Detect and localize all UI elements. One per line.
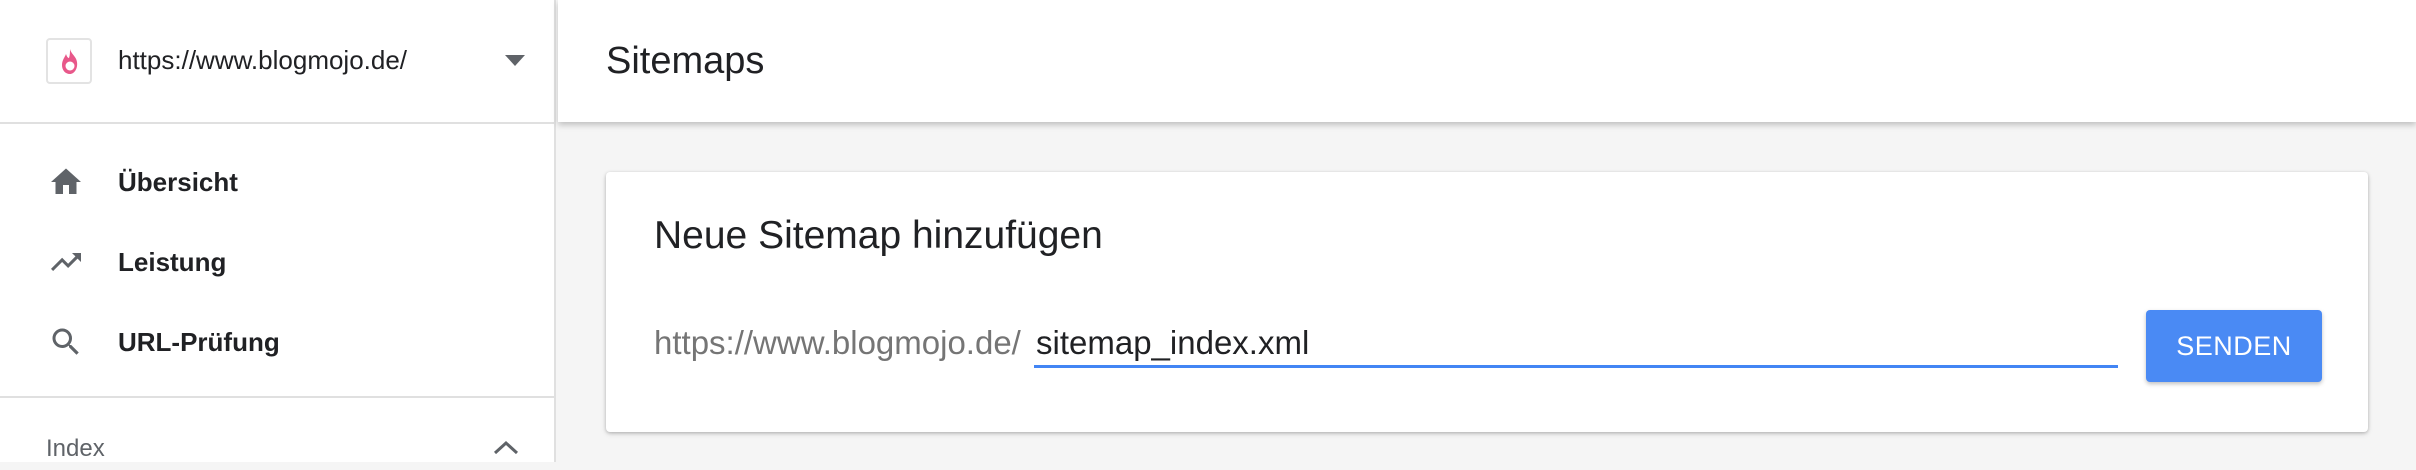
- card-title: Neue Sitemap hinzufügen: [654, 214, 1103, 257]
- section-label: Index: [46, 435, 105, 462]
- property-url: https://www.blogmojo.de/: [118, 45, 408, 75]
- sitemap-url-input[interactable]: [1034, 320, 2118, 368]
- sidebar-item-label: Übersicht: [118, 167, 238, 197]
- property-logo: [46, 38, 92, 84]
- sidebar-item-label: URL-Prüfung: [118, 327, 280, 357]
- page-title: Sitemaps: [606, 40, 765, 82]
- sidebar-item-url-inspection[interactable]: URL-Prüfung: [0, 302, 554, 382]
- page-header: Sitemaps: [558, 0, 2416, 122]
- sidebar-section-index[interactable]: Index: [0, 420, 554, 470]
- add-sitemap-card: Neue Sitemap hinzufügen https://www.blog…: [606, 172, 2368, 432]
- home-icon: [51, 168, 81, 194]
- caret-down-icon[interactable]: [505, 55, 525, 66]
- flame-logo-icon: [62, 49, 78, 74]
- send-button[interactable]: SENDEN: [2146, 310, 2322, 382]
- sitemap-url-prefix: https://www.blogmojo.de/: [654, 324, 1021, 361]
- chevron-up-icon[interactable]: [492, 438, 520, 456]
- sidebar-item-performance[interactable]: Leistung: [0, 222, 554, 302]
- search-icon: [52, 328, 79, 355]
- sidebar-item-label: Leistung: [118, 247, 227, 277]
- trending-up-icon: [51, 253, 81, 271]
- sidebar-divider: [0, 396, 554, 398]
- sidebar: https://www.blogmojo.de/ Übersicht Leist…: [0, 0, 556, 462]
- property-selector[interactable]: https://www.blogmojo.de/: [0, 0, 554, 124]
- sidebar-item-overview[interactable]: Übersicht: [0, 142, 554, 222]
